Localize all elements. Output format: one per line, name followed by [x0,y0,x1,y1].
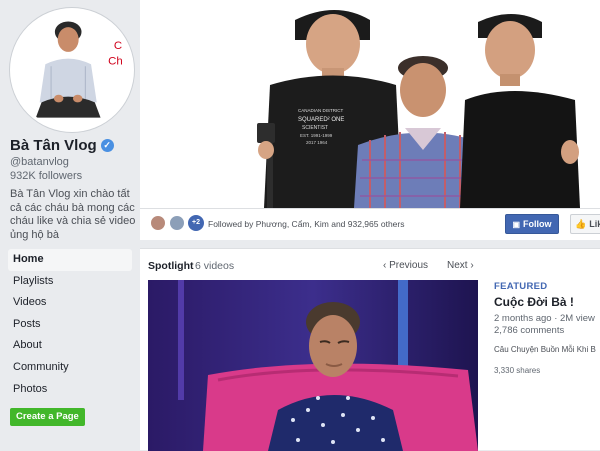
shirt-line-5: 2017 1964 [306,140,328,145]
previous-label: Previous [389,260,429,271]
sidebar-item-community[interactable]: Community [8,357,132,379]
avatar-letter-2: Ch [108,55,123,67]
spotlight-title: Spotlight [148,260,194,272]
sidebar-item-photos[interactable]: Photos [8,379,132,401]
create-page-button[interactable]: Create a Page [10,408,85,426]
avatar-letter-1: C [114,40,122,52]
video-title[interactable]: Cuộc Đời Bà ! [494,295,574,309]
video-description: Câu Chuyện Buồn Mỗi Khi B [494,345,596,354]
shirt-line-3: SCIENTIST [302,125,328,131]
profile-avatar[interactable]: C Ch [10,8,134,132]
left-column: C Ch Bà Tân Vlog ✓ @batanvlog 932K follo… [0,0,140,450]
like-button-label: Lik [589,219,600,229]
followed-by-text[interactable]: Followed by Phương, Cẩm, Kim and 932,965… [208,219,404,229]
video-thumbnail [148,280,478,451]
next-button[interactable]: Next › [447,260,474,271]
video-meta: 2 months ago · 2M view [494,313,595,324]
sidebar-nav: Home Playlists Videos Posts About Commun… [8,249,132,400]
shirt-line-4: EST. 1991-1999 [300,133,333,138]
like-button[interactable]: 👍 Lik [570,214,600,234]
spotlight-panel: Spotlight 6 videos ‹ Previous Next › FEA… [140,248,600,451]
previous-button[interactable]: ‹ Previous [383,260,428,271]
featured-badge: FEATURED [494,281,548,292]
page-name[interactable]: Bà Tân Vlog ✓ [10,137,114,154]
video-comments[interactable]: 2,786 comments [494,325,564,336]
next-label: Next [447,260,468,271]
sidebar-item-about[interactable]: About [8,335,132,357]
sidebar-item-playlists[interactable]: Playlists [8,271,132,293]
spotlight-count: 6 videos [195,260,235,272]
cover-photo[interactable]: CANADIAN DISTRICT SQUARED² ONE SCIENTIST… [140,0,600,208]
thumbs-up-icon: 👍 [575,218,587,229]
featured-video-player[interactable] [148,280,478,451]
sidebar-item-posts[interactable]: Posts [8,314,132,336]
shirt-line-2: SQUARED² ONE [298,117,344,123]
sidebar-item-videos[interactable]: Videos [8,292,132,314]
follow-button[interactable]: ▣ Follow [505,214,559,234]
video-shares[interactable]: 3,330 shares [494,366,540,375]
page-name-text: Bà Tân Vlog [10,137,97,154]
friend-avatar-2[interactable] [169,215,185,231]
follower-count: 932K followers [10,170,83,182]
follow-rss-icon: ▣ [512,219,521,229]
friend-avatar-1[interactable] [150,215,166,231]
verified-badge-icon: ✓ [100,139,114,152]
sidebar-item-home[interactable]: Home [8,249,132,271]
avatar-photo: C Ch [13,11,131,129]
page-about: Bà Tân Vlog xin chào tất cả các cháu bà … [10,188,136,241]
cover-illustration: CANADIAN DISTRICT SQUARED² ONE SCIENTIST… [140,0,600,208]
follow-strip: +2 Followed by Phương, Cẩm, Kim and 932,… [140,208,600,240]
chevron-right-icon: › [467,260,474,271]
page-handle: @batanvlog [10,156,69,168]
shirt-line-1: CANADIAN DISTRICT [298,108,344,113]
more-friends-badge[interactable]: +2 [188,215,204,231]
follow-button-label: Follow [523,219,552,229]
